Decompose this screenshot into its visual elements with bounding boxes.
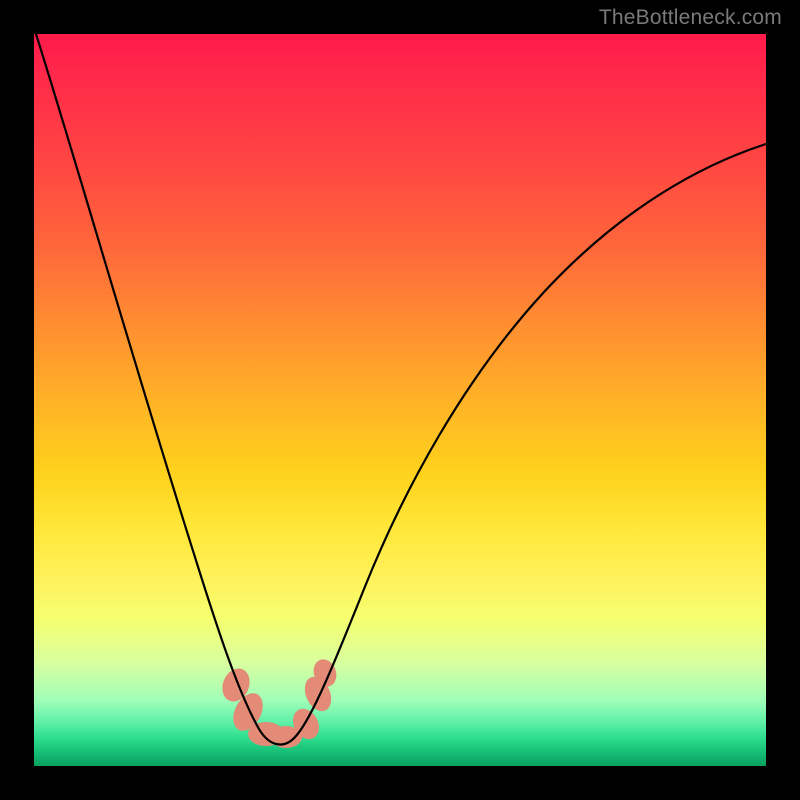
bottleneck-curve <box>36 34 766 744</box>
plot-area <box>34 34 766 766</box>
curve-layer <box>34 34 766 766</box>
watermark-text: TheBottleneck.com <box>599 6 782 30</box>
highlight-blob <box>218 656 341 748</box>
